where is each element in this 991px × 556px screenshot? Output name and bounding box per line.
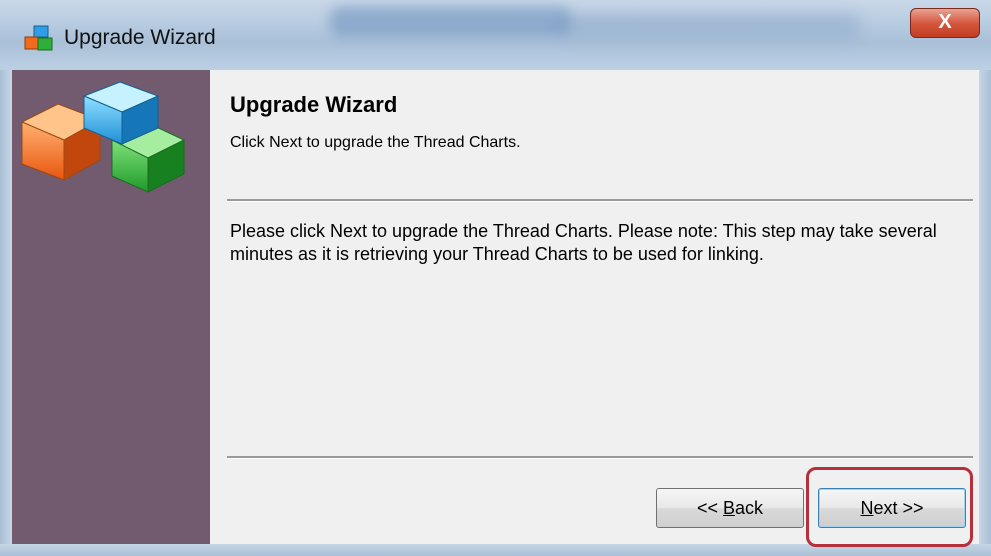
window-frame-left xyxy=(0,70,12,556)
header-divider xyxy=(227,199,973,202)
back-button[interactable]: << Back xyxy=(656,488,804,528)
title-bar[interactable]: Upgrade Wizard X xyxy=(0,0,991,70)
page-title: Upgrade Wizard xyxy=(230,92,398,117)
back-accelerator-key: B xyxy=(723,498,736,518)
close-button[interactable]: X xyxy=(910,8,980,38)
wizard-sidebar xyxy=(12,70,211,544)
close-icon: X xyxy=(938,11,952,33)
wizard-window: Upgrade Wizard X Upgrade Wizard Click Ne… xyxy=(0,0,991,556)
title-bar-glare xyxy=(330,6,570,36)
window-title: Upgrade Wizard xyxy=(64,26,216,49)
window-frame-right xyxy=(979,70,991,556)
instructions-text: Please click Next to upgrade the Thread … xyxy=(230,221,937,264)
next-button-highlight xyxy=(806,467,973,547)
page-subtitle: Click Next to upgrade the Thread Charts. xyxy=(230,134,521,151)
footer-divider xyxy=(227,456,973,459)
back-label-rest: ack xyxy=(735,498,764,518)
back-label-prefix: << xyxy=(696,498,723,518)
blocks-icon xyxy=(24,25,53,51)
title-bar-glare xyxy=(560,14,860,36)
stacked-cubes-icon xyxy=(20,81,186,193)
